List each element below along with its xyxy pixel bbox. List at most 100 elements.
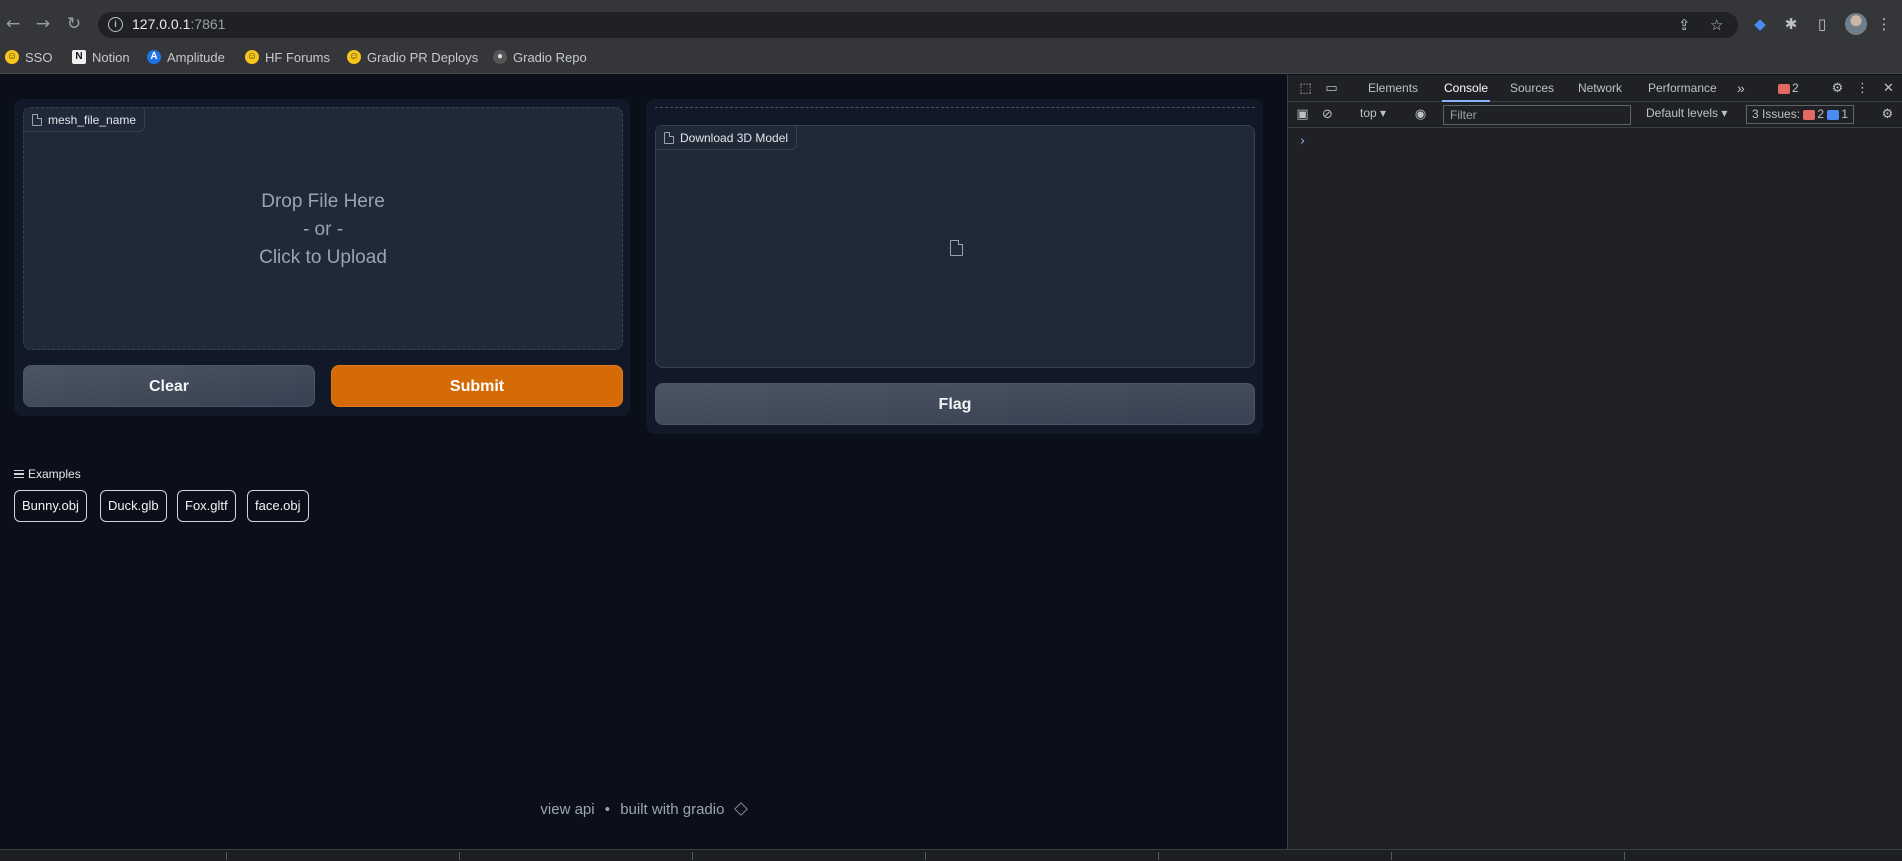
divider [925, 852, 926, 860]
gradio-logo-icon [733, 802, 748, 816]
hugging-face-icon: ☺ [347, 50, 361, 64]
error-count: 2 [1792, 81, 1799, 95]
bookmark-star-icon[interactable]: ☆ [1710, 16, 1723, 34]
tab-sources[interactable]: Sources [1510, 75, 1554, 102]
console-toolbar: ▣ ⊘ top ▾ ◉ Filter Default levels ▾ 3 Is… [1288, 102, 1902, 128]
divider [1158, 852, 1159, 860]
tab-network[interactable]: Network [1578, 75, 1622, 102]
example-bunny[interactable]: Bunny.obj [14, 490, 87, 522]
live-expression-eye-icon[interactable]: ◉ [1412, 106, 1429, 123]
bookmark-label: Gradio PR Deploys [367, 49, 479, 65]
back-icon[interactable]: ← [3, 14, 23, 34]
bookmark-label: Amplitude [167, 49, 225, 65]
sidebar-toggle-icon[interactable]: ▣ [1294, 106, 1311, 123]
extensions-puzzle-icon[interactable]: ✱ [1781, 14, 1801, 34]
clear-console-icon[interactable]: ⊘ [1319, 106, 1336, 123]
input-label: mesh_file_name [48, 112, 137, 127]
error-count-badge[interactable]: 2 [1778, 75, 1799, 102]
console-prompt[interactable]: › [1300, 134, 1305, 149]
hugging-face-icon: ☺ [245, 50, 259, 64]
example-face[interactable]: face.obj [247, 490, 309, 522]
settings-gear-icon[interactable]: ⚙ [1829, 80, 1846, 97]
console-filter-input[interactable]: Filter [1443, 105, 1631, 125]
clear-button[interactable]: Clear [23, 365, 315, 407]
example-duck[interactable]: Duck.glb [100, 490, 167, 522]
devtools-panel: ⬚ ▭ Elements Console Sources Network Per… [1287, 75, 1902, 849]
file-upload-dropzone[interactable]: mesh_file_name Drop File Here - or - Cli… [23, 107, 623, 350]
share-icon[interactable]: ⇪ [1678, 16, 1691, 34]
examples-header: Examples [14, 467, 81, 481]
examples-label: Examples [28, 467, 81, 481]
device-toolbar-icon[interactable]: ▭ [1323, 80, 1340, 97]
empty-file-icon [950, 240, 963, 256]
tab-console[interactable]: Console [1442, 75, 1491, 102]
inspect-element-icon[interactable]: ⬚ [1297, 80, 1314, 97]
output-label: Download 3D Model [680, 130, 789, 145]
bookmark-amplitude[interactable]: A Amplitude [147, 48, 225, 66]
built-with-gradio-link[interactable]: built with gradio [620, 801, 724, 818]
or-text: - or - [302, 219, 344, 240]
output-panel: Download 3D Model Flag [646, 99, 1263, 434]
bookmark-gradio-repo[interactable]: ● Gradio Repo [493, 48, 587, 66]
file-icon [664, 131, 674, 144]
close-devtools-icon[interactable]: ✕ [1880, 80, 1897, 97]
profile-avatar[interactable] [1845, 13, 1867, 35]
divider [1624, 852, 1625, 860]
bookmark-notion[interactable]: N Notion [72, 48, 130, 66]
submit-button[interactable]: Submit [331, 365, 623, 407]
bookmark-label: SSO [25, 49, 53, 65]
error-icon [1778, 83, 1790, 94]
footer-separator: • [604, 801, 611, 818]
gradio-app: mesh_file_name Drop File Here - or - Cli… [0, 75, 1287, 849]
input-panel: mesh_file_name Drop File Here - or - Cli… [14, 99, 630, 416]
url-text[interactable]: 127.0.0.1:7861 [132, 16, 225, 32]
browser-toolbar: ← → ↻ i 127.0.0.1:7861 ⇪ ☆ ◆ ✱ ▯ ⋮ [0, 9, 1902, 39]
side-panel-icon[interactable]: ▯ [1812, 14, 1832, 34]
amplitude-icon: A [147, 50, 161, 64]
tab-elements[interactable]: Elements [1368, 75, 1418, 102]
divider [655, 107, 1255, 108]
issues-error-count: 2 [1817, 107, 1825, 121]
click-to-upload-text: Click to Upload [259, 247, 387, 268]
tab-performance[interactable]: Performance [1648, 75, 1717, 102]
file-icon [32, 113, 42, 126]
footer: view api • built with gradio [0, 801, 1287, 818]
more-tabs-icon[interactable]: » [1737, 75, 1745, 102]
drop-file-text: Drop File Here [261, 191, 385, 212]
reload-icon[interactable]: ↻ [64, 14, 84, 34]
context-selector[interactable]: top ▾ [1360, 106, 1386, 120]
devtools-tabbar: ⬚ ▭ Elements Console Sources Network Per… [1288, 75, 1902, 102]
divider [226, 852, 227, 860]
forward-icon[interactable]: → [33, 14, 53, 34]
divider [459, 852, 460, 860]
bookmark-gradio-pr-deploys[interactable]: ☺ Gradio PR Deploys [347, 48, 478, 66]
output-label-chip: Download 3D Model [656, 126, 798, 150]
hugging-face-icon: ☺ [5, 50, 19, 64]
extension-shield-icon[interactable]: ◆ [1750, 14, 1770, 34]
menu-kebab-icon[interactable]: ⋮ [1874, 14, 1894, 34]
console-settings-icon[interactable]: ⚙ [1879, 106, 1896, 123]
context-value: top [1360, 106, 1377, 120]
issues-button[interactable]: 3 Issues: 2 1 [1746, 105, 1855, 124]
notion-icon: N [72, 50, 86, 64]
bookmark-hf-forums[interactable]: ☺ HF Forums [245, 48, 330, 66]
bookmark-label: HF Forums [265, 49, 330, 65]
site-info-icon[interactable]: i [108, 17, 123, 32]
bookmarks-bar: ☺ SSO N Notion A Amplitude ☺ HF Forums ☺ Grad… [0, 39, 1902, 74]
error-icon [1803, 109, 1816, 120]
github-icon: ● [493, 50, 507, 64]
example-fox[interactable]: Fox.gltf [177, 490, 236, 522]
log-levels-dropdown[interactable]: Default levels ▾ [1646, 106, 1727, 120]
input-label-chip: mesh_file_name [24, 108, 146, 132]
issues-label: 3 Issues: [1752, 107, 1801, 121]
bookmark-sso[interactable]: ☺ SSO [5, 48, 52, 66]
view-api-link[interactable]: view api [540, 801, 594, 818]
address-bar[interactable]: i 127.0.0.1:7861 ⇪ ☆ [98, 12, 1738, 38]
bookmark-label: Notion [92, 49, 130, 65]
devtools-menu-icon[interactable]: ⋮ [1854, 80, 1871, 97]
flag-button[interactable]: Flag [655, 383, 1255, 425]
divider [1391, 852, 1392, 860]
browser-tab-strip [0, 0, 1902, 9]
issues-info-count: 1 [1841, 107, 1849, 121]
bookmark-label: Gradio Repo [513, 49, 587, 65]
